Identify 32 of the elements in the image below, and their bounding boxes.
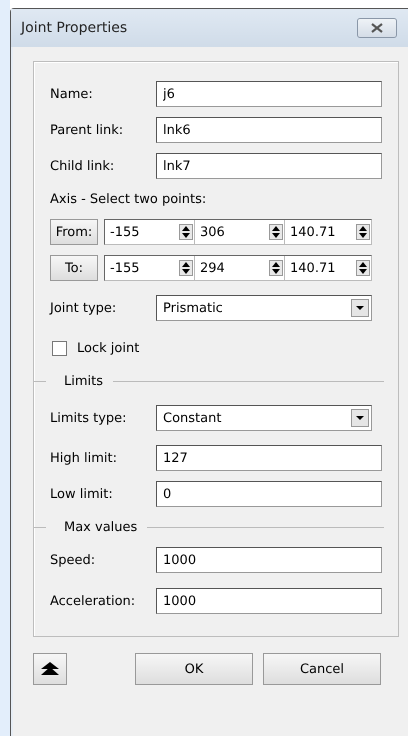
field-label: Parent link: — [50, 122, 124, 138]
text-field[interactable]: j6 — [156, 81, 382, 107]
checkbox-label: Lock joint — [77, 340, 140, 356]
text-field[interactable]: 1000 — [156, 547, 382, 573]
axis-label: Axis - Select two points: — [50, 192, 206, 206]
field-label: Low limit: — [50, 486, 114, 502]
close-button[interactable] — [357, 18, 397, 38]
field-label: Acceleration: — [50, 594, 136, 608]
text-field[interactable]: 0 — [156, 481, 382, 507]
close-icon — [370, 23, 384, 33]
point-button[interactable]: From: — [50, 219, 98, 245]
field-label: Limits type: — [50, 410, 128, 426]
dropdown[interactable]: Constant — [156, 405, 372, 431]
field-label: Child link: — [50, 158, 116, 174]
checkbox[interactable] — [52, 340, 67, 356]
field-label: Speed: — [50, 552, 96, 568]
field-label: Name: — [50, 86, 94, 102]
collapse-button[interactable] — [33, 653, 67, 685]
text-field[interactable]: 1000 — [156, 588, 382, 614]
text-field[interactable]: 127 — [156, 445, 382, 471]
section-title: Limits — [63, 374, 104, 388]
dropdown[interactable]: Prismatic — [156, 295, 372, 321]
dialog-button[interactable]: OK — [135, 653, 253, 685]
double-up-arrow-icon — [41, 662, 59, 676]
field-label: Joint type: — [50, 300, 118, 316]
point-button[interactable]: To: — [50, 255, 98, 281]
field-label: High limit: — [50, 450, 118, 466]
window-title: Joint Properties — [21, 20, 128, 36]
text-field[interactable]: lnk6 — [156, 117, 382, 143]
dialog-button[interactable]: Cancel — [263, 653, 381, 685]
section-title: Max values — [63, 520, 138, 534]
text-field[interactable]: lnk7 — [156, 153, 382, 179]
